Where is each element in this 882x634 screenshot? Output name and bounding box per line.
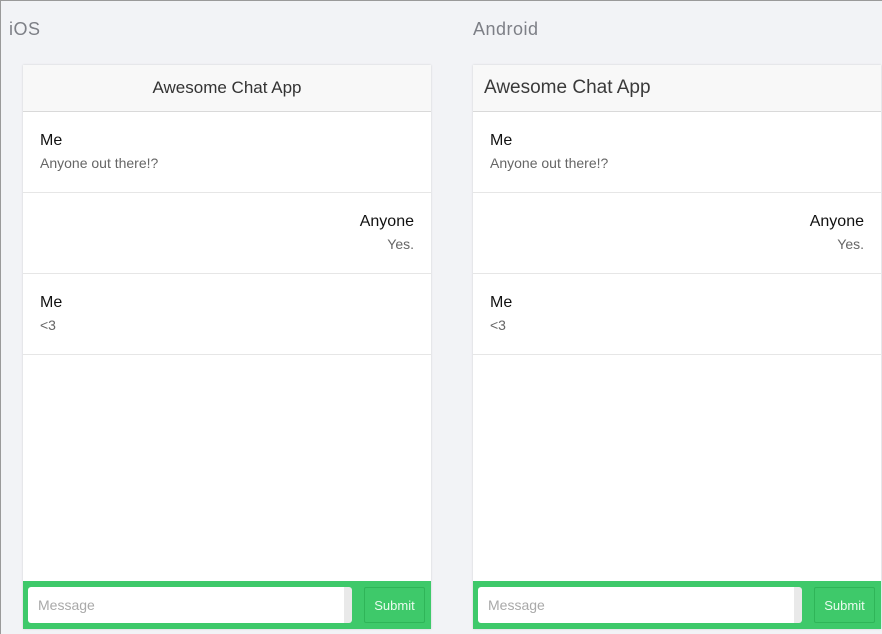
message-sender: Me — [40, 294, 63, 311]
message-sender: Anyone — [809, 213, 864, 230]
message-item: Anyone Yes. — [473, 193, 881, 274]
submit-button[interactable]: Submit — [814, 587, 875, 623]
message-text: Anyone out there!? — [40, 155, 159, 171]
message-item: Me <3 — [473, 274, 881, 355]
message-item: Me Anyone out there!? — [473, 112, 881, 193]
app-title-bar: Awesome Chat App — [473, 65, 881, 112]
platform-label-android: Android — [473, 19, 539, 39]
message-list[interactable]: Me Anyone out there!? Anyone Yes. Me <3 — [473, 112, 881, 355]
submit-button[interactable]: Submit — [364, 587, 425, 623]
android-chat-screen: Awesome Chat App Me Anyone out there!? A… — [473, 65, 881, 629]
message-item: Me <3 — [23, 274, 431, 355]
message-text: <3 — [490, 317, 506, 333]
message-text: Yes. — [387, 236, 414, 252]
message-item: Anyone Yes. — [23, 193, 431, 274]
app-title: Awesome Chat App — [152, 78, 302, 97]
message-composer: Submit — [23, 581, 431, 629]
message-input[interactable] — [28, 587, 352, 623]
message-list[interactable]: Me Anyone out there!? Anyone Yes. Me <3 — [23, 112, 431, 355]
message-text: Anyone out there!? — [490, 155, 609, 171]
message-sender: Me — [490, 132, 513, 149]
message-input[interactable] — [478, 587, 802, 623]
message-text: <3 — [40, 317, 56, 333]
comparison-canvas: iOS Android Awesome Chat App Me Anyone o… — [0, 0, 882, 634]
message-sender: Me — [40, 132, 63, 149]
message-text: Yes. — [837, 236, 864, 252]
platform-label-ios: iOS — [9, 19, 41, 39]
app-title: Awesome Chat App — [484, 77, 651, 98]
app-title-bar: Awesome Chat App — [23, 65, 431, 112]
ios-chat-screen: Awesome Chat App Me Anyone out there!? A… — [23, 65, 431, 629]
message-sender: Anyone — [359, 213, 414, 230]
message-item: Me Anyone out there!? — [23, 112, 431, 193]
message-sender: Me — [490, 294, 513, 311]
message-composer: Submit — [473, 581, 881, 629]
